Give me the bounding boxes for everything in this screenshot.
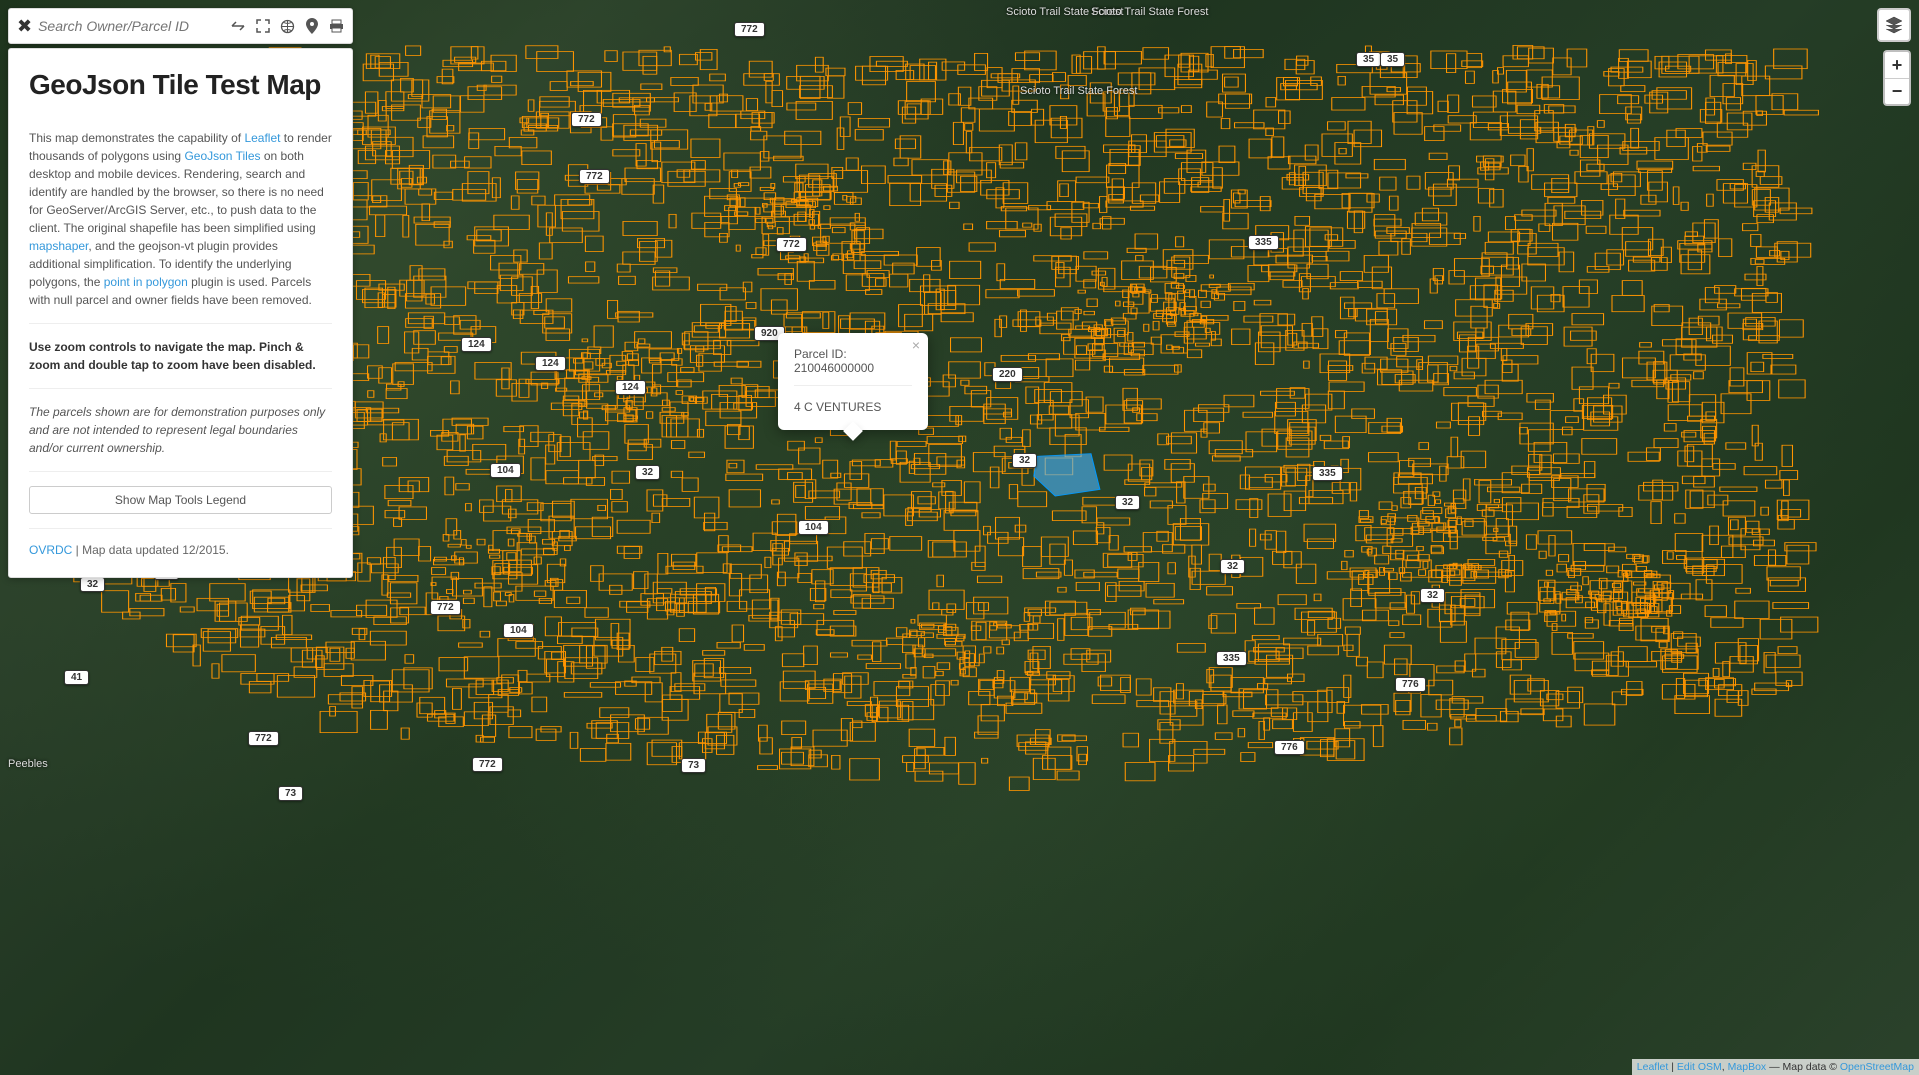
fullscreen-icon[interactable] (256, 18, 270, 34)
shield-104: 104 (503, 623, 534, 638)
link-osm[interactable]: OpenStreetMap (1840, 1061, 1914, 1073)
link-leaflet-attr[interactable]: Leaflet (1637, 1061, 1669, 1073)
shield-124: 124 (615, 380, 646, 395)
link-point-in-polygon[interactable]: point in polygon (104, 275, 188, 289)
shield-772: 772 (571, 112, 602, 127)
panel-title: GeoJson Tile Test Map (29, 69, 332, 101)
shield-32: 32 (1420, 588, 1445, 603)
shield-32: 32 (1115, 495, 1140, 510)
shield-41: 41 (64, 670, 89, 685)
city-peebles: Peebles (8, 758, 48, 770)
layers-button[interactable] (1877, 8, 1911, 42)
link-mapbox[interactable]: MapBox (1728, 1061, 1767, 1073)
zoom-in-button[interactable]: + (1885, 52, 1909, 78)
shield-772: 772 (430, 600, 461, 615)
shield-32: 32 (1220, 559, 1245, 574)
measure-icon[interactable] (230, 18, 246, 34)
shield-335: 335 (1216, 651, 1247, 666)
shield-776: 776 (1395, 677, 1426, 692)
forest-label-3: Scioto Trail State Forest (1020, 85, 1137, 97)
shield-772: 772 (579, 169, 610, 184)
popup-parcel-id: Parcel ID: 210046000000 (794, 347, 912, 386)
show-legend-button[interactable]: Show Map Tools Legend (29, 486, 332, 514)
zoom-out-button[interactable]: − (1885, 78, 1909, 104)
globe-icon[interactable] (280, 18, 295, 34)
zoom-control: + − (1883, 50, 1911, 106)
shield-35: 35 (1380, 52, 1405, 67)
link-leaflet[interactable]: Leaflet (244, 131, 280, 145)
parcel-popup: × Parcel ID: 210046000000 4 C VENTURES (778, 333, 928, 430)
zoom-note: Use zoom controls to navigate the map. P… (29, 338, 332, 374)
link-geojson-tiles[interactable]: GeoJson Tiles (184, 149, 260, 163)
shield-772: 772 (776, 237, 807, 252)
link-mapshaper[interactable]: mapshaper (29, 239, 88, 253)
forest-label-2: Scioto Trail State Forest (1091, 6, 1208, 18)
link-ovrdc[interactable]: OVRDC (29, 543, 72, 557)
shield-104: 104 (798, 520, 829, 535)
popup-owner: 4 C VENTURES (794, 400, 912, 414)
divider (29, 323, 332, 324)
close-icon[interactable]: ✖ (17, 16, 32, 37)
shield-32: 32 (635, 465, 660, 480)
print-icon[interactable] (329, 18, 344, 34)
shield-124: 124 (535, 356, 566, 371)
panel-description: This map demonstrates the capability of … (29, 129, 332, 309)
shield-772: 772 (472, 757, 503, 772)
shield-73: 73 (681, 758, 706, 773)
divider (29, 388, 332, 389)
popup-close-icon[interactable]: × (912, 337, 920, 353)
map-canvas[interactable]: Scioto Trail State Forest Scioto Trail S… (0, 0, 1919, 1075)
shield-104: 104 (490, 463, 521, 478)
panel-footer: OVRDC | Map data updated 12/2015. (29, 543, 332, 557)
disclaimer: The parcels shown are for demonstration … (29, 403, 332, 457)
shield-32: 32 (1012, 453, 1037, 468)
shield-772: 772 (248, 731, 279, 746)
divider (29, 471, 332, 472)
shield-220: 220 (992, 367, 1023, 382)
info-panel: GeoJson Tile Test Map This map demonstra… (8, 48, 353, 578)
map-attribution: Leaflet | Edit OSM, MapBox — Map data © … (1632, 1059, 1919, 1075)
locate-icon[interactable] (305, 18, 319, 34)
shield-35: 35 (1356, 52, 1381, 67)
shield-772: 772 (734, 22, 765, 37)
shield-124: 124 (461, 337, 492, 352)
shield-776: 776 (1274, 740, 1305, 755)
shield-73: 73 (278, 786, 303, 801)
search-toolbar: ✖ (8, 8, 353, 44)
shield-335: 335 (1248, 235, 1279, 250)
divider (29, 528, 332, 529)
link-edit-osm[interactable]: Edit OSM (1677, 1061, 1722, 1073)
shield-335: 335 (1312, 466, 1343, 481)
search-input[interactable] (38, 18, 220, 34)
shield-32: 32 (80, 577, 105, 592)
